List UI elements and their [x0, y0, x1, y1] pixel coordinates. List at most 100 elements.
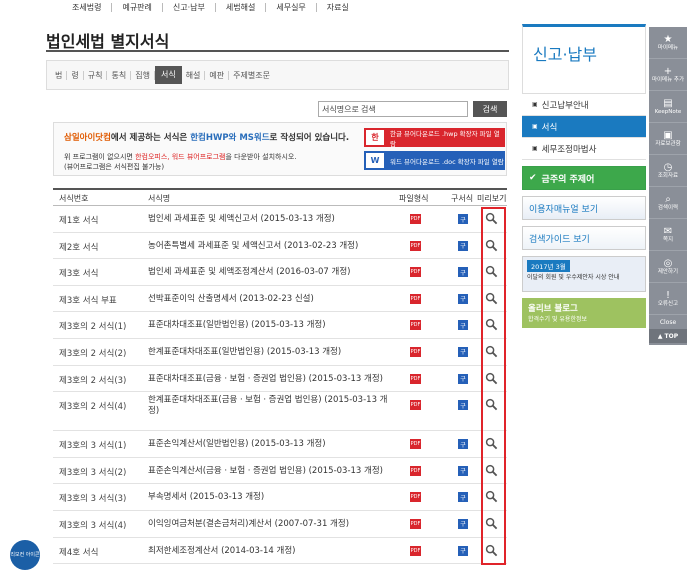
- law-tab[interactable]: 규칙: [84, 70, 108, 80]
- event-banner[interactable]: 2017년 3월 이달의 회원 및 우수제안자 시상 안내: [522, 256, 646, 292]
- bullet-icon: ▣: [532, 101, 538, 108]
- form-name-link[interactable]: 한계표준대차대조표(금융ㆍ보험ㆍ증권업 법인용) (2015-03-13 개정): [148, 395, 388, 417]
- quickbar-label: 제안하기: [657, 269, 679, 275]
- quickbar-item[interactable]: ★ 마이메뉴: [649, 27, 687, 59]
- quickbar-icon: ▤: [663, 98, 673, 109]
- remote-control-button[interactable]: 리모컨 아이콘: [10, 540, 40, 570]
- table-row: 제4호 서식 최저한세조정계산서 (2014-03-14 개정) PDF 구: [53, 538, 507, 565]
- table-row: 제2호 서식 농어촌특별세 과세표준 및 세액신고서 (2013-02-23 개정…: [53, 233, 507, 260]
- law-tabs: 법 령 규칙 통칙 집행 서식 해설 예판 주제별조문: [46, 60, 509, 90]
- word-button-label: 워드 뷰어다운로드 .doc 확장자 파일 열람: [390, 157, 504, 166]
- old-form-doc-icon[interactable]: 구: [458, 439, 468, 450]
- form-name-link[interactable]: 선박표준이익 산출명세서 (2013-02-23 신설): [148, 294, 388, 305]
- info-formats: 한컴HWP와 MS워드: [190, 133, 270, 143]
- form-number: 제4호 서식: [59, 547, 99, 558]
- search-button[interactable]: 검색: [473, 101, 507, 117]
- sidebar-item[interactable]: ▣ 신고납부안내: [522, 94, 646, 116]
- law-tab[interactable]: 집행: [131, 70, 155, 80]
- quickbar-item[interactable]: + 마이메뉴 추가: [649, 59, 687, 91]
- old-form-doc-icon[interactable]: 구: [458, 400, 468, 411]
- quickbar-item[interactable]: ▣ 자료보관함: [649, 123, 687, 155]
- form-name-link[interactable]: 표준손익계산서(금융ㆍ보험ㆍ증권업 법인용) (2015-03-13 개정): [148, 466, 388, 477]
- quickbar-label: 자료보관함: [655, 141, 681, 147]
- old-form-doc-icon[interactable]: 구: [458, 214, 468, 224]
- old-form-doc-icon[interactable]: 구: [458, 545, 468, 556]
- quickbar-label: 마이메뉴 추가: [651, 77, 685, 83]
- quickbar-label: 조회자료: [657, 173, 679, 179]
- pdf-file-icon[interactable]: PDF: [410, 346, 421, 357]
- law-tab[interactable]: 서식: [154, 66, 182, 84]
- quickbar-item[interactable]: ! 오류신고: [649, 283, 687, 315]
- old-form-doc-icon[interactable]: 구: [458, 465, 468, 476]
- word-viewer-download-button[interactable]: W 워드 뷰어다운로드 .doc 확장자 파일 열람: [364, 151, 505, 170]
- topnav-item[interactable]: 세법해설: [216, 2, 267, 12]
- form-number: 제3호 서식: [59, 269, 99, 280]
- old-form-doc-icon[interactable]: 구: [458, 346, 468, 357]
- form-name-link[interactable]: 표준대차대조표(금융ㆍ보험ㆍ증권업 법인용) (2015-03-13 개정): [148, 374, 388, 385]
- quickbar-close-button[interactable]: Close: [649, 315, 687, 329]
- old-form-doc-icon[interactable]: 구: [458, 492, 468, 503]
- user-manual-banner[interactable]: 이용자매뉴얼 보기: [522, 196, 646, 220]
- quickbar-item[interactable]: ◎ 제안하기: [649, 251, 687, 283]
- form-number: 제3호의 2 서식(2): [59, 348, 127, 359]
- pdf-file-icon[interactable]: PDF: [410, 320, 421, 331]
- pdf-file-icon[interactable]: PDF: [410, 240, 421, 251]
- pdf-file-icon[interactable]: PDF: [410, 400, 421, 411]
- form-name-link[interactable]: 표준손익계산서(일반법인용) (2015-03-13 개정): [148, 439, 388, 450]
- law-tab[interactable]: 예판: [205, 70, 230, 80]
- olive-blog-banner[interactable]: 올리브 블로그 합격수기 및 유용한정보: [522, 298, 646, 328]
- quickbar-item[interactable]: ◷ 조회자료: [649, 155, 687, 187]
- topnav-item[interactable]: 자료실: [317, 3, 359, 12]
- quickbar-label: 쪽지: [662, 237, 674, 243]
- pdf-file-icon[interactable]: PDF: [410, 545, 421, 556]
- table-row: 제3호의 3 서식(2) 표준손익계산서(금융ㆍ보험ㆍ증권업 법인용) (2015…: [53, 458, 507, 485]
- table-row: 제3호의 2 서식(4) 한계표준대차대조표(금융ㆍ보험ㆍ증권업 법인용) (20…: [53, 392, 507, 432]
- search-guide-banner[interactable]: 검색가이드 보기: [522, 226, 646, 250]
- law-tab[interactable]: 주제별조문: [229, 71, 274, 80]
- law-tab[interactable]: 해설: [182, 70, 206, 80]
- header-old: 구서식: [451, 194, 474, 203]
- sidebar-item[interactable]: ▣ 서식: [522, 116, 646, 138]
- form-name-link[interactable]: 표준대차대조표(일반법인용) (2015-03-13 개정): [148, 320, 388, 331]
- quickbar-item[interactable]: ⌕ 검색이력: [649, 187, 687, 219]
- weekly-keyword-banner[interactable]: ✔ 금주의 주제어: [522, 166, 646, 190]
- pdf-file-icon[interactable]: PDF: [410, 293, 421, 304]
- pdf-file-icon[interactable]: PDF: [410, 439, 421, 450]
- topnav-item[interactable]: 세무실무: [266, 2, 317, 12]
- pdf-file-icon[interactable]: PDF: [410, 267, 421, 278]
- topnav-item[interactable]: 신고·납부: [163, 2, 216, 12]
- search-input[interactable]: [318, 101, 468, 117]
- quickbar-item[interactable]: ✉ 쪽지: [649, 219, 687, 251]
- old-form-doc-icon[interactable]: 구: [458, 320, 468, 331]
- scroll-top-button[interactable]: ▲ TOP: [649, 329, 687, 343]
- pdf-file-icon[interactable]: PDF: [410, 373, 421, 384]
- form-name-link[interactable]: 농어촌특별세 과세표준 및 세액신고서 (2013-02-23 개정): [148, 241, 388, 252]
- form-name-link[interactable]: 이익잉여금처분(결손금처리)계산서 (2007-07-31 개정): [148, 519, 388, 530]
- sidebar-item[interactable]: ▣ 세무조정마법사: [522, 138, 646, 160]
- form-name-link[interactable]: 최저한세조정계산서 (2014-03-14 개정): [148, 546, 388, 557]
- pdf-file-icon[interactable]: PDF: [410, 214, 421, 224]
- old-form-doc-icon[interactable]: 구: [458, 267, 468, 278]
- topnav-item[interactable]: 조세법령: [62, 2, 113, 12]
- quickbar-icon: +: [663, 66, 673, 77]
- old-form-doc-icon[interactable]: 구: [458, 240, 468, 251]
- old-form-doc-icon[interactable]: 구: [458, 518, 468, 529]
- topnav-item[interactable]: 예규판례: [112, 2, 163, 12]
- law-tab[interactable]: 령: [67, 70, 84, 80]
- form-name-link[interactable]: 부속명세서 (2015-03-13 개정): [148, 492, 388, 503]
- quickbar-item[interactable]: ▤ KeepNote: [649, 91, 687, 123]
- law-tab[interactable]: 통칙: [107, 70, 132, 80]
- form-number: 제3호의 3 서식(3): [59, 494, 127, 505]
- pdf-file-icon[interactable]: PDF: [410, 518, 421, 529]
- form-name-link[interactable]: 법인세 과세표준 및 세액조정계산서 (2016-03-07 개정): [148, 267, 388, 278]
- pdf-file-icon[interactable]: PDF: [410, 492, 421, 503]
- word-icon: W: [366, 153, 384, 168]
- law-tab[interactable]: 법: [51, 70, 68, 80]
- hwp-viewer-download-button[interactable]: 한 한글 뷰어다운로드 .hwp 확장자 파일 열람: [364, 128, 505, 148]
- form-name-link[interactable]: 법인세 과세표준 및 세액신고서 (2015-03-13 개정): [148, 214, 388, 225]
- old-form-doc-icon[interactable]: 구: [458, 293, 468, 304]
- old-form-doc-icon[interactable]: 구: [458, 373, 468, 384]
- form-name-link[interactable]: 한계표준대차대조표(일반법인용) (2015-03-13 개정): [148, 347, 388, 358]
- info-text: 위 프로그램이 없으시면: [64, 153, 136, 161]
- pdf-file-icon[interactable]: PDF: [410, 465, 421, 476]
